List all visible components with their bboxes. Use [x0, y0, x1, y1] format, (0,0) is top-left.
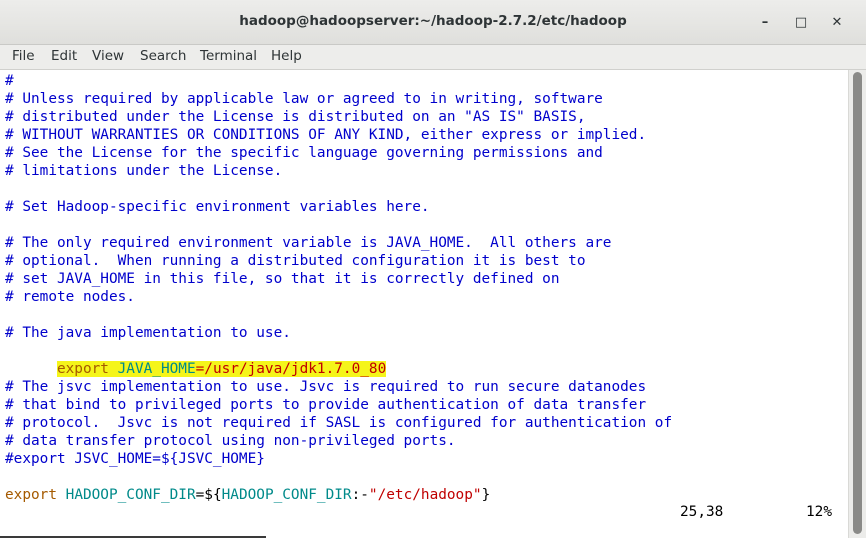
- code-line: # Unless required by applicable law or a…: [5, 91, 603, 107]
- code-line: # set JAVA_HOME in this file, so that it…: [5, 271, 560, 287]
- menu-file[interactable]: File: [12, 48, 35, 64]
- export-keyword: export: [56, 361, 109, 377]
- code-line: # The only required environment variable…: [5, 235, 612, 251]
- close-button[interactable]: ✕: [826, 11, 848, 33]
- minimize-icon: –: [761, 14, 769, 30]
- code-line: # WITHOUT WARRANTIES OR CONDITIONS OF AN…: [5, 127, 647, 143]
- code-line: # protocol. Jsvc is not required if SASL…: [5, 415, 673, 431]
- code-line: # See the License for the specific langu…: [5, 145, 603, 161]
- conf-dir-sep: :-: [351, 487, 369, 503]
- conf-dir-inner-var: HADOOP_CONF_DIR: [221, 487, 352, 503]
- terminal-content[interactable]: # # Unless required by applicable law or…: [0, 70, 848, 538]
- conf-dir-prefix: =${: [195, 487, 222, 503]
- menu-view[interactable]: View: [92, 48, 124, 64]
- conf-dir-suffix: }: [481, 487, 491, 503]
- menu-help[interactable]: Help: [271, 48, 302, 64]
- code-line: # that bind to privileged ports to provi…: [5, 397, 647, 413]
- maximize-button[interactable]: □: [790, 11, 812, 33]
- menu-search[interactable]: Search: [140, 48, 186, 64]
- code-line: # distributed under the License is distr…: [5, 109, 586, 125]
- code-line: #export JSVC_HOME=${JSVC_HOME}: [5, 451, 265, 467]
- cursor-position: 25,38: [680, 504, 724, 520]
- vertical-scrollbar[interactable]: [848, 70, 866, 538]
- java-home-line: export JAVA_HOME=/usr/java/jdk1.7.0_80: [5, 342, 387, 377]
- code-line: # optional. When running a distributed c…: [5, 253, 586, 269]
- scrollbar-thumb[interactable]: [853, 72, 862, 534]
- conf-dir-string: "/etc/hadoop": [368, 487, 482, 503]
- code-line: # The java implementation to use.: [5, 325, 291, 341]
- menu-bar: File Edit View Search Terminal Help: [0, 45, 866, 70]
- menu-terminal[interactable]: Terminal: [200, 48, 257, 64]
- code-line: # data transfer protocol using non-privi…: [5, 433, 456, 449]
- java-home-var: JAVA_HOME: [117, 361, 196, 377]
- java-home-value: =/usr/java/jdk1.7.0_80: [195, 361, 387, 377]
- maximize-icon: □: [794, 14, 808, 30]
- code-line: # limitations under the License.: [5, 163, 283, 179]
- export-keyword: export: [5, 487, 57, 503]
- menu-edit[interactable]: Edit: [51, 48, 77, 64]
- minimize-button[interactable]: –: [754, 11, 776, 33]
- code-line: # remote nodes.: [5, 289, 135, 305]
- window-title: hadoop@hadoopserver:~/hadoop-2.7.2/etc/h…: [239, 13, 627, 29]
- scroll-percent: 12%: [806, 504, 832, 520]
- conf-dir-var: HADOOP_CONF_DIR: [65, 487, 196, 503]
- terminal-window: hadoop@hadoopserver:~/hadoop-2.7.2/etc/h…: [0, 0, 866, 538]
- code-line: #: [5, 73, 14, 89]
- hadoop-conf-dir-line: export HADOOP_CONF_DIR=${HADOOP_CONF_DIR…: [5, 486, 490, 504]
- code-line: # The jsvc implementation to use. Jsvc i…: [5, 379, 647, 395]
- close-icon: ✕: [831, 14, 843, 30]
- code-line: # Set Hadoop-specific environment variab…: [5, 199, 430, 215]
- title-bar[interactable]: hadoop@hadoopserver:~/hadoop-2.7.2/etc/h…: [0, 0, 866, 45]
